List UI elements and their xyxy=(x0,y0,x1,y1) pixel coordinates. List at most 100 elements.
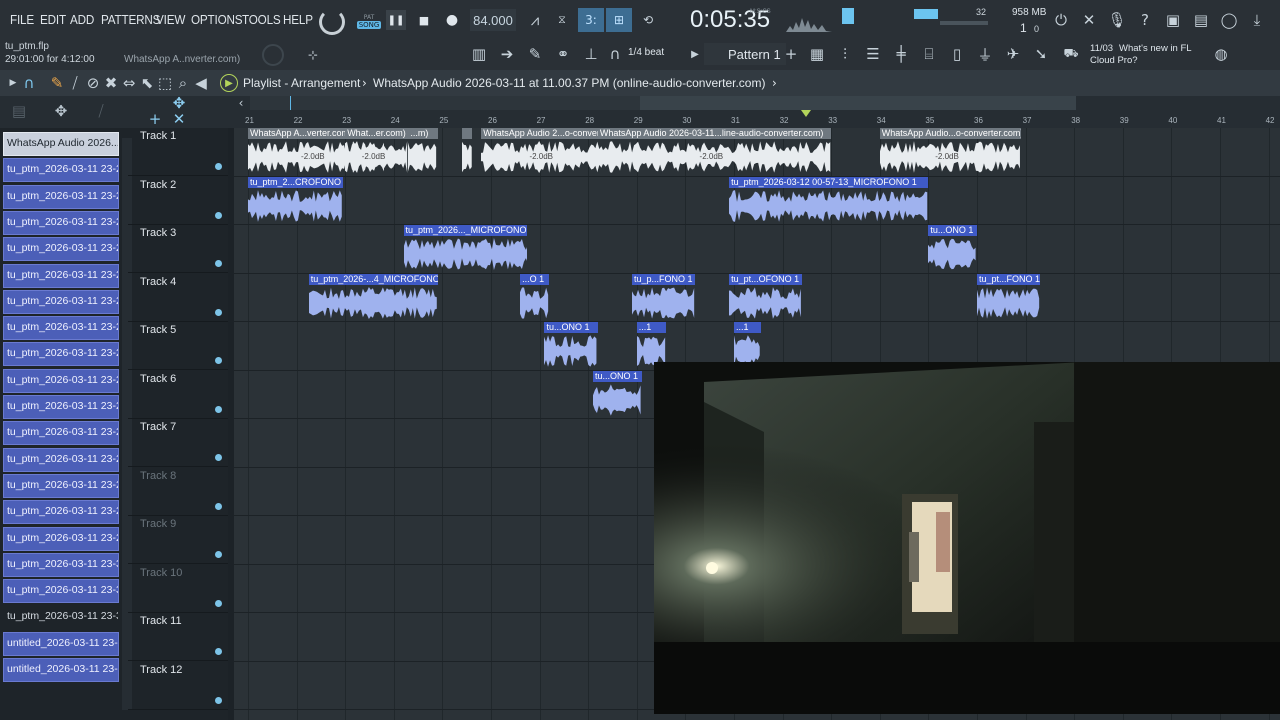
stop-button[interactable]: ■ xyxy=(414,10,434,30)
menu-patterns[interactable]: PATTERNS xyxy=(101,12,160,27)
audio-clip[interactable]: tu...ONO 1 xyxy=(593,370,642,418)
record-button[interactable]: ● xyxy=(442,10,462,30)
audio-clip[interactable]: tu_ptm_2026-03-12 00-57-13_MICROFONO 1 xyxy=(729,176,929,224)
track-mute-led[interactable] xyxy=(215,260,222,267)
track-name[interactable]: Track 4 xyxy=(140,276,176,288)
menu-view[interactable]: VIEW xyxy=(156,12,185,27)
track-name[interactable]: Track 9 xyxy=(140,518,176,530)
cart-icon[interactable]: ⛟ xyxy=(1060,43,1082,65)
add-track-icon[interactable]: + xyxy=(144,108,166,130)
track-mute-led[interactable] xyxy=(215,163,222,170)
clip-label[interactable]: ...1 xyxy=(734,322,761,333)
track-header[interactable]: Track 5 xyxy=(128,322,228,370)
clip-label[interactable]: tu...ONO 1 xyxy=(593,370,642,382)
track-mute-led[interactable] xyxy=(215,308,222,316)
plugin-icon[interactable]: ▤ xyxy=(1190,9,1212,31)
track-header[interactable]: Track 7 xyxy=(128,419,228,467)
news-subtitle[interactable]: Cloud Pro? xyxy=(1090,55,1138,66)
menu-options[interactable]: OPTIONS xyxy=(191,12,243,27)
audio-clip[interactable]: ...m) xyxy=(408,128,438,175)
plugin-plug-icon[interactable]: ⏚ xyxy=(974,43,996,65)
track-mute-led[interactable] xyxy=(215,696,222,704)
track-name[interactable]: Track 5 xyxy=(140,324,176,336)
audio-clip[interactable]: tu_ptm_2...CROFONO 1 xyxy=(248,176,343,224)
pattern-selector[interactable]: Pattern 1 xyxy=(704,43,786,65)
audio-clip[interactable]: WhatsApp Audio 2026-03-11...line-audio-c… xyxy=(597,128,832,175)
clip-label[interactable]: tu_ptm_2026..._MICROFONO 1 xyxy=(403,225,528,236)
mixer-faders-icon[interactable]: ╪ xyxy=(890,43,912,65)
clip-label[interactable]: ...m) xyxy=(408,128,438,139)
stamp-icon[interactable]: ⊥ xyxy=(580,43,602,65)
clip-label[interactable]: WhatsApp Audio...o-converter.com) xyxy=(879,128,1021,139)
help-icon[interactable]: ? xyxy=(1134,9,1156,31)
track-name[interactable]: Track 8 xyxy=(140,470,176,482)
piano-roll-icon[interactable]: ▥ xyxy=(468,43,490,65)
clip-label[interactable]: tu_pt...FONO 1 xyxy=(977,273,1041,285)
track-name[interactable]: Track 6 xyxy=(140,373,176,385)
clip-label[interactable]: tu_pt...OFONO 1 xyxy=(729,273,803,285)
audio-clip[interactable] xyxy=(461,128,472,175)
clip-label[interactable]: tu_ptm_2026-03-12 00-57-13_MICROFONO 1 xyxy=(729,176,929,188)
audio-clip[interactable]: tu_p...FONO 1 xyxy=(631,273,696,321)
track-mute-led[interactable] xyxy=(215,405,222,413)
channel-rack-icon[interactable]: ⫶ xyxy=(834,43,856,65)
clip-label[interactable]: tu_p...FONO 1 xyxy=(631,273,696,285)
track-mute-led[interactable] xyxy=(215,648,222,655)
link-icon[interactable]: ⚭ xyxy=(552,43,574,65)
track-mute-led[interactable] xyxy=(215,211,222,219)
audio-clip[interactable]: tu_pt...OFONO 1 xyxy=(729,273,803,321)
scrollbar-thumb[interactable] xyxy=(640,96,1076,110)
timeline-ruler[interactable]: ▤ ✥ ⧸ + ✕ ✥ ‹ xyxy=(0,94,1280,130)
track-name[interactable]: Track 12 xyxy=(140,664,182,676)
arrow-right-icon[interactable]: ➔ xyxy=(496,43,518,65)
menu-add[interactable]: ADD xyxy=(70,12,94,27)
track-header[interactable]: Track 11 xyxy=(128,613,228,661)
playlist-play-icon[interactable]: ▶ xyxy=(220,74,238,92)
pause-button[interactable]: ❚❚ xyxy=(386,10,406,30)
tool-arrow-icon[interactable]: ⊹ xyxy=(302,44,324,66)
clip-label[interactable]: What...er.com) xyxy=(345,128,409,139)
playback-icon[interactable]: ◀ xyxy=(190,72,212,94)
clip-label[interactable] xyxy=(461,128,472,139)
track-header[interactable]: Track 4 xyxy=(128,274,228,322)
move-icon[interactable]: ✥ xyxy=(50,100,72,122)
track-header[interactable]: Track 9 xyxy=(128,516,228,564)
track-mute-led[interactable] xyxy=(215,454,222,461)
track-name[interactable]: Track 1 xyxy=(140,130,176,142)
snap-select[interactable]: 1/4 beat xyxy=(628,47,664,58)
snap-magnet-icon[interactable]: ∩ xyxy=(18,72,40,94)
clip-label[interactable]: WhatsApp Audio 2026-03-11...line-audio-c… xyxy=(597,128,832,139)
audio-clip[interactable]: tu...ONO 1 xyxy=(928,225,977,272)
menu-tools[interactable]: TOOLS xyxy=(242,12,281,27)
pitch-knob[interactable] xyxy=(262,44,284,66)
countdown-toggle[interactable]: 3: xyxy=(578,8,604,32)
track-header[interactable]: Track 12 xyxy=(128,662,228,710)
save-icon[interactable]: ▣ xyxy=(1162,9,1184,31)
scroll-left-icon[interactable]: ‹ xyxy=(230,92,252,114)
loop-record-icon[interactable]: ⟲ xyxy=(637,9,659,31)
audio-clip[interactable]: tu_ptm_2026..._MICROFONO 1 xyxy=(403,225,528,272)
audio-clip[interactable]: tu_pt...FONO 1 xyxy=(977,273,1041,321)
browser-icon[interactable]: ⌸ xyxy=(918,43,940,65)
microphone-icon[interactable]: 🎙︎ xyxy=(1106,9,1128,31)
zoom-horizontal-icon[interactable]: ✥ xyxy=(168,92,190,114)
menu-edit[interactable]: EDIT xyxy=(40,12,66,27)
track-name[interactable]: Track 10 xyxy=(140,567,182,579)
mixer-view-icon[interactable]: ☰ xyxy=(862,43,884,65)
track-header[interactable]: Track 6 xyxy=(128,371,228,419)
audio-clip[interactable]: What...er.com) -2.0dB xyxy=(345,128,409,175)
globe-icon[interactable]: ◍ xyxy=(1210,43,1232,65)
audio-clip[interactable]: WhatsApp Audio...o-converter.com) -2.0dB xyxy=(879,128,1021,175)
playhead-marker[interactable] xyxy=(801,110,811,117)
track-header[interactable]: Track 3 xyxy=(128,225,228,273)
audio-clip[interactable]: tu...ONO 1 xyxy=(544,322,598,369)
track-name[interactable]: Track 7 xyxy=(140,421,176,433)
tempo-display[interactable]: 84.000 xyxy=(470,9,516,31)
audio-clip[interactable]: tu_ptm_2026-...4_MICROFONO 1 xyxy=(308,273,438,321)
power-icon[interactable]: ⏻ xyxy=(1050,9,1072,31)
pat-song-toggle[interactable]: PAT SONG xyxy=(355,8,383,34)
add-pattern-icon[interactable]: + xyxy=(780,43,802,65)
wait-for-input-icon[interactable]: ⧖ xyxy=(551,9,573,31)
step-edit-toggle[interactable]: ⊞ xyxy=(606,8,632,32)
tuner-icon[interactable]: ✈ xyxy=(1002,43,1024,65)
